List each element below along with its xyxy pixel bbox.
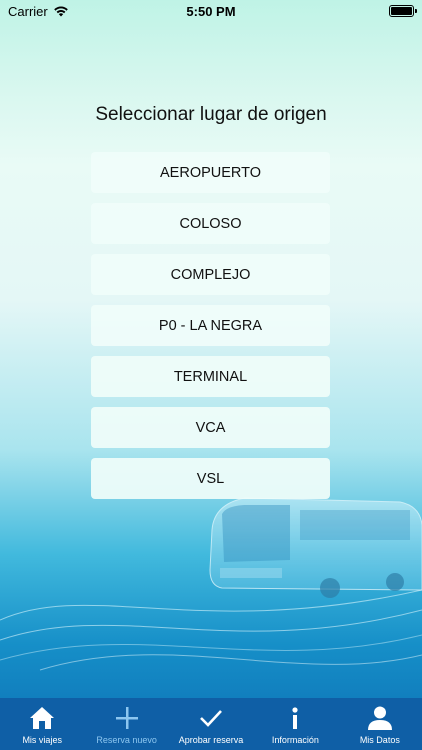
status-bar: Carrier 5:50 PM bbox=[0, 0, 422, 22]
option-vca[interactable]: VCA bbox=[91, 407, 330, 448]
option-vsl[interactable]: VSL bbox=[91, 458, 330, 499]
plus-icon bbox=[115, 707, 138, 729]
origin-options-list: AEROPUERTO COLOSO COMPLEJO P0 - LA NEGRA… bbox=[91, 152, 330, 509]
tab-reserva-nuevo[interactable]: Reserva nuevo bbox=[84, 698, 168, 750]
person-icon bbox=[367, 706, 392, 730]
tab-label: Información bbox=[271, 735, 319, 745]
tab-bar: Mis viajes Reserva nuevo Aprobar reserva… bbox=[0, 698, 422, 750]
home-icon bbox=[30, 707, 55, 729]
option-aeropuerto[interactable]: AEROPUERTO bbox=[91, 152, 330, 193]
option-complejo[interactable]: COMPLEJO bbox=[91, 254, 330, 295]
tab-aprobar-reserva[interactable]: Aprobar reserva bbox=[169, 698, 253, 750]
tab-informacion[interactable]: Información bbox=[253, 698, 337, 750]
page-title: Seleccionar lugar de origen bbox=[95, 104, 327, 125]
tab-label: Mis Datos bbox=[359, 735, 400, 745]
battery-icon bbox=[388, 5, 417, 17]
tab-label: Mis viajes bbox=[22, 735, 62, 745]
info-icon bbox=[292, 707, 299, 729]
option-p0-la-negra[interactable]: P0 - LA NEGRA bbox=[91, 305, 330, 346]
carrier-label: Carrier bbox=[8, 3, 48, 19]
option-terminal[interactable]: TERMINAL bbox=[91, 356, 330, 397]
option-coloso[interactable]: COLOSO bbox=[91, 203, 330, 244]
tab-label: Reserva nuevo bbox=[96, 735, 157, 745]
clock: 5:50 PM bbox=[186, 3, 236, 19]
wifi-icon bbox=[53, 6, 68, 17]
tab-label: Aprobar reserva bbox=[178, 735, 244, 745]
tab-mis-datos[interactable]: Mis Datos bbox=[338, 698, 422, 750]
tab-mis-viajes[interactable]: Mis viajes bbox=[0, 698, 84, 750]
checkmark-icon bbox=[200, 710, 222, 727]
